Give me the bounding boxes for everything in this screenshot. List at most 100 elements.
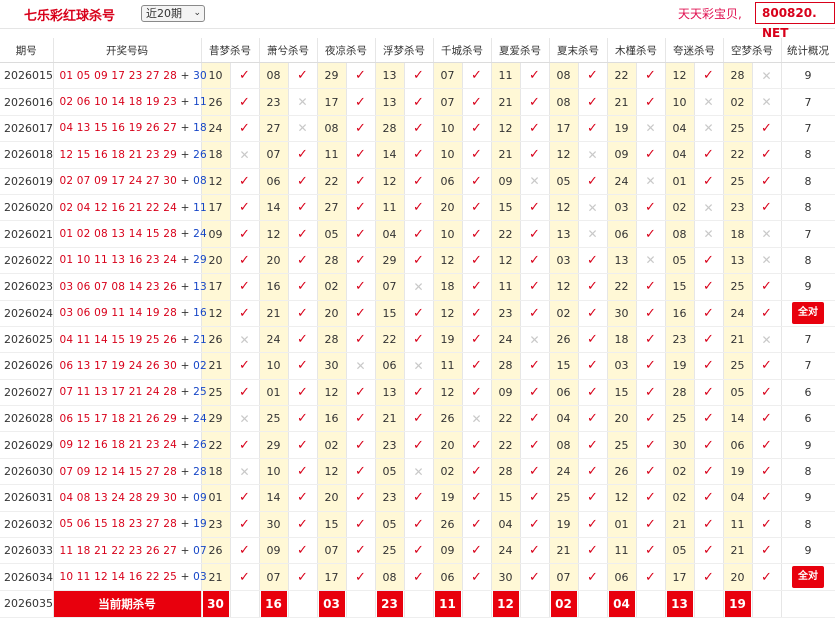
check-icon: ✓ <box>578 273 608 301</box>
check-icon: ✓ <box>636 300 666 327</box>
issue-number: 2026026 <box>0 352 54 380</box>
issue-number: 2026017 <box>0 115 54 143</box>
check-icon: ✓ <box>636 537 666 565</box>
current-kill-cell: 02 <box>549 590 579 618</box>
check-icon: ✓ <box>230 168 260 195</box>
draw-numbers: 05 06 15 18 23 27 28 + 19 <box>53 511 207 539</box>
cross-icon: ✕ <box>694 194 724 222</box>
check-icon: ✓ <box>404 168 434 195</box>
special-ball: 28 <box>193 465 207 478</box>
red-balls: 04 08 13 24 28 29 30 <box>59 491 178 504</box>
kill-number: 10 <box>433 141 463 169</box>
check-icon: ✓ <box>346 247 376 275</box>
draw-numbers: 02 07 09 17 24 27 30 + 08 <box>53 168 207 195</box>
kill-number: 08 <box>549 88 579 116</box>
check-icon: ✓ <box>288 379 318 407</box>
check-icon: ✓ <box>462 431 492 459</box>
issue-number: 2026021 <box>0 220 54 248</box>
stat-summary: 全对 <box>781 563 835 591</box>
plus-sign: + <box>177 201 194 214</box>
current-kill-label: 当前期杀号 <box>53 590 202 618</box>
check-icon: ✓ <box>520 273 550 301</box>
kill-number: 09 <box>259 537 289 565</box>
check-icon: ✓ <box>694 300 724 327</box>
kill-number: 25 <box>259 405 289 433</box>
kill-number: 12 <box>607 484 637 512</box>
kill-number: 20 <box>723 563 753 591</box>
chevron-down-icon: ⌄ <box>193 8 201 18</box>
check-icon: ✓ <box>636 62 666 90</box>
check-icon: ✓ <box>752 563 782 591</box>
check-icon: ✓ <box>404 537 434 565</box>
check-icon: ✓ <box>636 484 666 512</box>
plus-sign: + <box>177 465 194 478</box>
kill-number: 22 <box>375 326 405 354</box>
kill-number: 12 <box>549 273 579 301</box>
table-row: 2026030 07 09 12 14 15 27 28 + 28 18 ✕ 10 ✓ 12… <box>0 458 835 486</box>
kill-number: 25 <box>723 352 753 380</box>
kill-number: 26 <box>433 405 463 433</box>
table-row: 2026026 06 13 17 19 24 26 30 + 02 21 ✓ 10 ✓ 30… <box>0 352 835 380</box>
kill-number: 18 <box>607 326 637 354</box>
all-correct-badge: 全对 <box>792 566 824 589</box>
issue-number: 2026023 <box>0 273 54 301</box>
check-icon: ✓ <box>404 115 434 143</box>
kill-number: 29 <box>317 62 347 90</box>
issue-number: 2026015 <box>0 62 54 90</box>
special-ball: 24 <box>193 412 207 425</box>
stat-summary: 7 <box>781 88 835 116</box>
check-icon: ✓ <box>694 405 724 433</box>
check-icon: ✓ <box>404 431 434 459</box>
check-icon: ✓ <box>578 563 608 591</box>
empty-cell <box>694 590 724 618</box>
kill-number: 23 <box>491 300 521 327</box>
column-header: 夏爱杀号 <box>491 38 550 63</box>
kill-number: 16 <box>665 300 695 327</box>
kill-number: 30 <box>491 563 521 591</box>
draw-numbers: 11 18 21 22 23 26 27 + 07 <box>53 537 207 565</box>
draw-numbers: 03 06 09 11 14 19 28 + 16 <box>53 300 207 327</box>
check-icon: ✓ <box>520 88 550 116</box>
check-icon: ✓ <box>578 458 608 486</box>
check-icon: ✓ <box>346 115 376 143</box>
draw-numbers: 03 06 07 08 14 23 26 + 13 <box>53 273 207 301</box>
plus-sign: + <box>177 228 194 241</box>
check-icon: ✓ <box>520 220 550 248</box>
check-icon: ✓ <box>230 220 260 248</box>
kill-number: 05 <box>375 511 405 539</box>
period-select[interactable]: 近20期 ⌄ <box>141 5 205 22</box>
red-balls: 11 18 21 22 23 26 27 <box>59 544 178 557</box>
column-header: 昔梦杀号 <box>201 38 260 63</box>
kill-number: 28 <box>491 458 521 486</box>
red-balls: 02 06 10 14 18 19 23 <box>59 96 178 109</box>
check-icon: ✓ <box>578 352 608 380</box>
special-ball: 25 <box>193 386 207 399</box>
plus-sign: + <box>177 386 194 399</box>
special-ball: 11 <box>193 201 207 214</box>
stat-summary: 8 <box>781 511 835 539</box>
empty-cell <box>288 590 318 618</box>
issue-number: 2026022 <box>0 247 54 275</box>
kill-number: 09 <box>491 379 521 407</box>
kill-number: 13 <box>375 379 405 407</box>
brand-url-link[interactable]: 800820. NET <box>755 2 835 40</box>
kill-number: 15 <box>607 379 637 407</box>
kill-number: 06 <box>259 168 289 195</box>
check-icon: ✓ <box>520 405 550 433</box>
kill-number: 20 <box>607 405 637 433</box>
check-icon: ✓ <box>346 458 376 486</box>
kill-number: 12 <box>549 141 579 169</box>
check-icon: ✓ <box>520 537 550 565</box>
kill-number: 21 <box>549 537 579 565</box>
special-ball: 16 <box>193 307 207 320</box>
check-icon: ✓ <box>520 194 550 222</box>
red-balls: 07 11 13 17 21 24 28 <box>59 386 178 399</box>
plus-sign: + <box>177 412 194 425</box>
kill-number: 02 <box>665 458 695 486</box>
red-balls: 10 11 12 14 16 22 25 <box>59 571 178 584</box>
stat-summary: 9 <box>781 484 835 512</box>
check-icon: ✓ <box>636 379 666 407</box>
check-icon: ✓ <box>346 326 376 354</box>
check-icon: ✓ <box>636 141 666 169</box>
check-icon: ✓ <box>752 273 782 301</box>
